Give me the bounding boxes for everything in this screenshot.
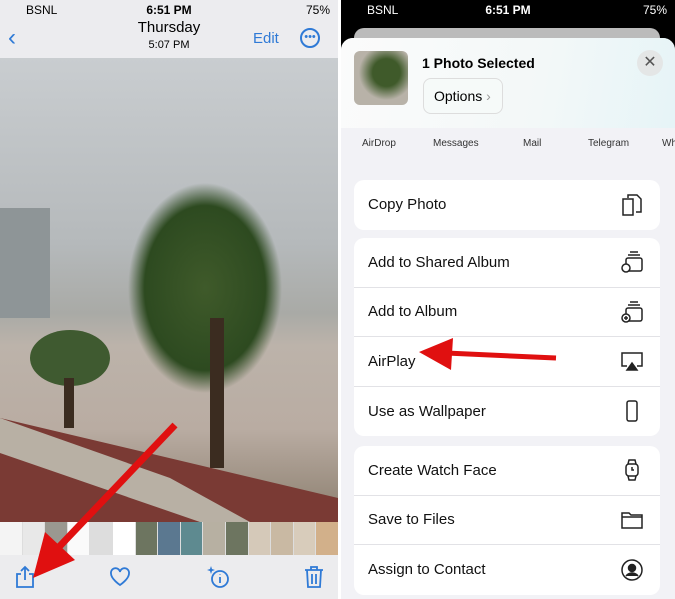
photo-view[interactable]	[0, 58, 338, 522]
action-add-to-album[interactable]: Add to Album	[354, 288, 660, 337]
action-label: Use as Wallpaper	[368, 402, 486, 420]
app-more[interactable]: Wh	[662, 138, 675, 149]
shared-album-icon	[620, 250, 644, 274]
share-header: 1 Photo Selected Options › ✕	[341, 38, 675, 128]
app-airdrop[interactable]: AirDrop	[362, 138, 396, 149]
heart-icon[interactable]	[109, 567, 131, 587]
action-group: Copy Photo	[354, 180, 660, 230]
copy-icon	[620, 193, 644, 217]
action-label: Copy Photo	[368, 196, 447, 214]
photos-app: BSNL 6:51 PM 75% ‹ Thursday 5:07 PM Edit…	[0, 0, 338, 599]
more-button[interactable]: •••	[300, 28, 320, 48]
app-messages[interactable]: Messages	[433, 138, 479, 149]
watch-icon	[620, 458, 644, 482]
action-create-watch-face[interactable]: Create Watch Face	[354, 446, 660, 496]
action-group: Add to Shared Album Add to Album AirPlay Us…	[354, 238, 660, 436]
action-add-to-shared-album[interactable]: Add to Shared Album	[354, 238, 660, 288]
phone-icon	[620, 399, 644, 423]
options-label: Options	[434, 88, 483, 104]
photo-thumbnail	[354, 51, 408, 105]
action-label: Create Watch Face	[368, 461, 497, 479]
app-telegram[interactable]: Telegram	[588, 138, 629, 149]
action-assign-to-contact[interactable]: Assign to Contact	[354, 545, 660, 595]
action-use-as-wallpaper[interactable]: Use as Wallpaper	[354, 387, 660, 437]
action-save-to-files[interactable]: Save to Files	[354, 496, 660, 545]
action-label: AirPlay	[368, 352, 416, 370]
bottom-toolbar	[0, 555, 338, 599]
trash-icon[interactable]	[304, 565, 324, 589]
action-label: Assign to Contact	[368, 561, 486, 579]
info-sparkle-icon[interactable]	[205, 564, 231, 590]
share-icon[interactable]	[14, 565, 36, 589]
nav-title: Thursday	[137, 19, 201, 36]
thumbnail-strip[interactable]	[0, 522, 338, 555]
action-group: Create Watch Face Save to Files Assign to …	[354, 446, 660, 595]
action-copy-photo[interactable]: Copy Photo	[354, 180, 660, 230]
edit-button[interactable]: Edit	[253, 30, 279, 47]
contact-icon	[620, 558, 644, 582]
action-label: Add to Album	[368, 303, 458, 321]
clock: 6:51 PM	[146, 3, 192, 17]
nav-subtitle: 5:07 PM	[148, 39, 190, 51]
options-button[interactable]: Options ›	[423, 78, 503, 114]
action-label: Add to Shared Album	[368, 253, 510, 271]
action-airplay[interactable]: AirPlay	[354, 337, 660, 387]
share-title: 1 Photo Selected	[422, 55, 535, 71]
share-sheet-screen: BSNL 6:51 PM 75% 1 Photo Selected Option…	[341, 0, 675, 599]
share-sheet: 1 Photo Selected Options › ✕ AirDrop Mes…	[341, 38, 675, 599]
clock: 6:51 PM	[485, 3, 531, 17]
tree-photo	[0, 208, 338, 522]
app-row[interactable]: AirDrop Messages Mail Telegram Wh	[341, 128, 675, 154]
close-button[interactable]: ✕	[637, 50, 663, 76]
folder-icon	[620, 508, 644, 532]
add-album-icon	[620, 300, 644, 324]
action-label: Save to Files	[368, 511, 455, 529]
airplay-icon	[620, 349, 644, 373]
app-mail[interactable]: Mail	[523, 138, 541, 149]
